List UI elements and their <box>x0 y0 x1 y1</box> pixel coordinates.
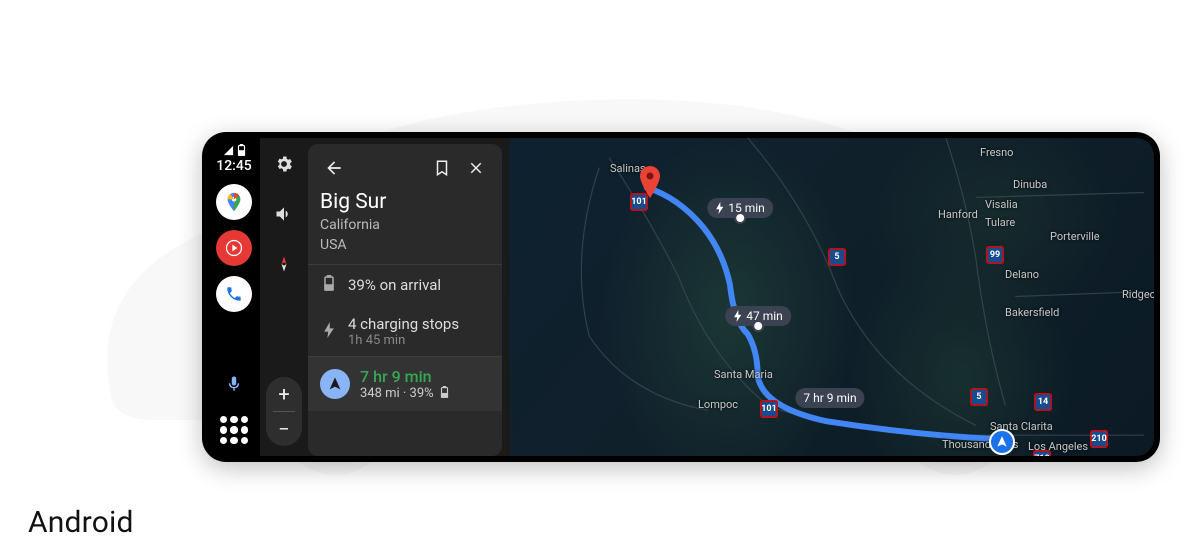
navigation-side-panel: + − <box>260 138 510 456</box>
charging-stops-row[interactable]: 4 charging stops 1h 45 min <box>320 305 490 352</box>
maps-app-button[interactable] <box>216 184 252 220</box>
phone-icon <box>225 285 243 303</box>
app-launcher-button[interactable] <box>220 416 248 444</box>
zoom-control: + − <box>266 377 302 446</box>
navigate-icon <box>327 376 343 392</box>
youtube-music-button[interactable] <box>216 230 252 266</box>
mic-icon <box>225 375 243 393</box>
gear-icon <box>274 154 294 174</box>
start-navigation-button[interactable] <box>320 369 350 399</box>
charging-stops-sub: 1h 45 min <box>348 333 459 348</box>
city-label: Fresno <box>980 146 1013 159</box>
current-location <box>989 429 1015 455</box>
bookmark-icon <box>433 159 451 177</box>
battery-on-arrival-label: 39% on arrival <box>348 276 441 294</box>
close-icon <box>467 159 485 177</box>
city-label: Hanford <box>938 208 978 221</box>
assistant-button[interactable] <box>216 366 252 402</box>
battery-icon <box>320 275 338 295</box>
side-icon-column: + − <box>260 138 308 456</box>
status-bar: 12:45 <box>216 144 252 174</box>
map-view[interactable]: FresnoSalinasVisaliaTulareHanfordDinubaP… <box>510 138 1154 456</box>
city-label: Santa Maria <box>714 368 773 381</box>
zoom-out-button[interactable]: − <box>266 412 302 446</box>
city-label: Delano <box>1005 268 1039 281</box>
arrow-left-icon <box>324 158 344 178</box>
trip-time-badge: 7 hr 9 min <box>795 388 864 408</box>
bookmark-button[interactable] <box>428 154 456 182</box>
highway-shield: 101 <box>760 400 778 418</box>
close-button[interactable] <box>462 154 490 182</box>
highway-shield: 710 <box>1033 450 1051 456</box>
trip-duration: 7 hr 9 min <box>360 367 449 386</box>
maps-icon <box>223 191 245 213</box>
highway-shield: 5 <box>970 388 988 406</box>
clock: 12:45 <box>216 158 252 174</box>
city-label: Lompoc <box>698 398 738 411</box>
trip-summary-bar[interactable]: 7 hr 9 min 348 mi · 39% <box>308 356 502 411</box>
charging-stop-badge: 47 min <box>725 306 791 326</box>
youtube-music-icon <box>224 238 244 258</box>
trip-distance-pct: 348 mi · 39% <box>360 386 434 401</box>
compass-icon <box>274 254 294 274</box>
city-label: Bakersfield <box>1005 306 1059 319</box>
screen: 12:45 <box>208 138 1154 456</box>
highway-shield: 99 <box>986 246 1004 264</box>
charging-stop-badge: 15 min <box>707 198 773 218</box>
battery-small-icon <box>440 386 449 398</box>
destination-region: California <box>320 216 490 234</box>
city-label: Ridgecrest <box>1122 288 1154 301</box>
compass-button[interactable] <box>268 248 300 280</box>
car-display-frame: 12:45 <box>202 132 1160 462</box>
audio-button[interactable] <box>268 198 300 230</box>
back-button[interactable] <box>320 154 348 182</box>
signal-icon <box>223 145 234 156</box>
battery-icon <box>237 144 246 156</box>
highway-shield: 210 <box>1090 430 1108 448</box>
left-rail: 12:45 <box>208 138 260 456</box>
highway-shield: 14 <box>1034 393 1052 411</box>
destination-card: Big Sur California USA 39% on arrival 4 … <box>308 144 502 456</box>
battery-on-arrival-row[interactable]: 39% on arrival <box>320 265 490 305</box>
android-brand: Android <box>28 505 134 540</box>
city-label: Porterville <box>1050 230 1100 243</box>
city-label: Dinuba <box>1013 178 1047 191</box>
city-label: Visalia <box>985 198 1018 211</box>
highway-shield: 5 <box>828 248 846 266</box>
speaker-icon <box>274 204 294 224</box>
city-label: Tulare <box>985 216 1015 229</box>
bolt-icon <box>320 322 338 342</box>
destination-pin <box>637 166 659 188</box>
zoom-in-button[interactable]: + <box>266 377 302 411</box>
charging-stops-label: 4 charging stops <box>348 315 459 333</box>
destination-title: Big Sur <box>320 190 490 214</box>
phone-app-button[interactable] <box>216 276 252 312</box>
destination-country: USA <box>320 236 490 254</box>
settings-button[interactable] <box>268 148 300 180</box>
